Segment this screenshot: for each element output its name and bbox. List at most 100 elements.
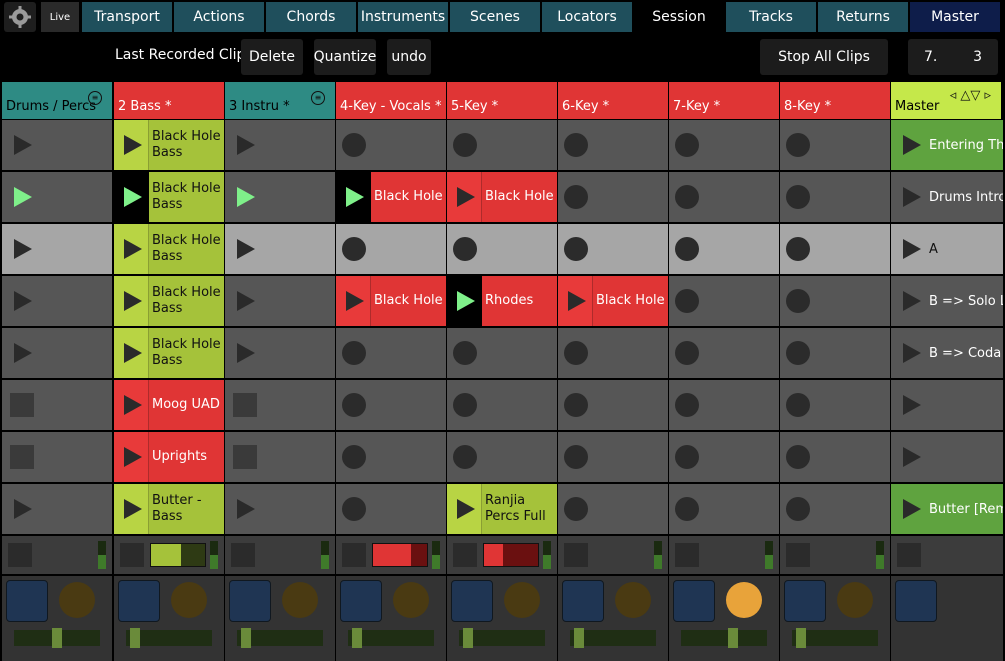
scene-launch[interactable]: Entering Th <box>891 120 1003 170</box>
clip-slot[interactable] <box>558 172 668 222</box>
clip[interactable]: Black Hole <box>336 276 446 326</box>
clip-slot[interactable] <box>225 484 335 534</box>
clip[interactable]: Black Hole <box>558 276 668 326</box>
clip-slot[interactable] <box>447 328 557 378</box>
clip-slot[interactable] <box>780 224 890 274</box>
clip-slot[interactable]: Black Hole <box>336 276 446 326</box>
clip-slot[interactable] <box>225 172 335 222</box>
clip[interactable]: Black Hole Bass <box>114 120 224 170</box>
clip-slot[interactable]: Black Hole Bass <box>114 224 224 274</box>
track-select-button[interactable] <box>451 580 493 622</box>
clip-slot[interactable] <box>225 432 335 482</box>
tab-transport[interactable]: Transport <box>82 2 172 32</box>
clip-slot[interactable] <box>558 224 668 274</box>
send-knob[interactable] <box>393 582 429 618</box>
master-header[interactable]: Master ◃ △▽ ▹ <box>891 82 1001 119</box>
clip-launch-button[interactable] <box>558 276 593 326</box>
volume-fader[interactable] <box>237 628 323 648</box>
clip-slot[interactable] <box>225 120 335 170</box>
clip-slot[interactable]: Rhodes <box>447 276 557 326</box>
quantize-button[interactable]: Quantize <box>314 39 376 75</box>
track-select-button[interactable] <box>784 580 826 622</box>
clip-slot[interactable] <box>669 328 779 378</box>
fader-handle[interactable] <box>129 628 140 648</box>
tab-actions[interactable]: Actions <box>174 2 264 32</box>
clip[interactable]: Uprights <box>114 432 224 482</box>
fader-handle[interactable] <box>728 628 739 648</box>
scene-launch[interactable]: B => Solo Lo <box>891 276 1003 326</box>
track-stop-button[interactable] <box>786 543 810 567</box>
track-stop-button[interactable] <box>453 543 477 567</box>
track-select-button[interactable] <box>673 580 715 622</box>
volume-fader[interactable] <box>570 628 656 648</box>
scene-launch[interactable]: Butter [Rem <box>891 484 1003 534</box>
clip-slot[interactable] <box>2 484 112 534</box>
clip-slot[interactable] <box>336 224 446 274</box>
fader-handle[interactable] <box>462 628 473 648</box>
track-header[interactable]: 4-Key - Vocals * <box>336 82 446 119</box>
clip-slot[interactable] <box>2 120 112 170</box>
clip[interactable]: Rhodes <box>447 276 557 326</box>
stop-all-clips-button[interactable]: Stop All Clips <box>760 39 888 75</box>
volume-fader[interactable] <box>681 628 767 648</box>
fader-handle[interactable] <box>52 628 62 648</box>
settings-button[interactable] <box>4 2 36 32</box>
track-stop-button[interactable] <box>231 543 255 567</box>
volume-fader[interactable] <box>348 628 434 648</box>
undo-button[interactable]: undo <box>387 39 431 75</box>
clip[interactable]: Black Hole Bass <box>114 328 224 378</box>
clip-slot[interactable] <box>669 172 779 222</box>
clip-launch-button[interactable] <box>114 432 149 482</box>
track-header[interactable]: Drums / Percs ≡ <box>2 82 112 119</box>
clip-launch-button[interactable] <box>114 120 149 170</box>
track-select-button[interactable] <box>895 580 937 622</box>
track-header[interactable]: 3 Instru * ≡ <box>225 82 335 119</box>
track-stop-button[interactable] <box>564 543 588 567</box>
clip-slot[interactable] <box>780 328 890 378</box>
send-knob[interactable] <box>282 582 318 618</box>
scene-launch[interactable]: B => Coda <box>891 328 1003 378</box>
clip-slot[interactable] <box>2 380 112 430</box>
track-stop-button[interactable] <box>897 543 921 567</box>
track-select-button[interactable] <box>562 580 604 622</box>
clip-slot[interactable] <box>669 380 779 430</box>
delete-button[interactable]: Delete <box>241 39 303 75</box>
clip-launch-button[interactable] <box>447 276 482 326</box>
tab-session[interactable]: Session <box>634 2 724 32</box>
clip-launch-button[interactable] <box>114 172 149 222</box>
clip-slot[interactable]: Black Hole Bass <box>114 172 224 222</box>
clip[interactable]: Ranjia Percs Full <box>447 484 557 534</box>
track-header[interactable]: 5-Key * <box>447 82 557 119</box>
clip-slot[interactable] <box>669 276 779 326</box>
volume-fader[interactable] <box>126 628 212 648</box>
clip-slot[interactable] <box>780 484 890 534</box>
clip-launch-button[interactable] <box>114 328 149 378</box>
send-knob[interactable] <box>615 582 651 618</box>
send-knob[interactable] <box>171 582 207 618</box>
clip-slot[interactable] <box>780 120 890 170</box>
clip[interactable]: Black Hole Bass <box>114 224 224 274</box>
volume-fader[interactable] <box>14 628 100 648</box>
clip-slot[interactable] <box>558 484 668 534</box>
clip-slot[interactable] <box>225 328 335 378</box>
tab-scenes[interactable]: Scenes <box>450 2 540 32</box>
clip-slot[interactable] <box>447 224 557 274</box>
scene-launch[interactable]: Drums Intro <box>891 172 1003 222</box>
clip-launch-button[interactable] <box>447 172 482 222</box>
clip-slot[interactable]: Black Hole Bass <box>114 328 224 378</box>
volume-fader[interactable] <box>459 628 545 648</box>
track-select-button[interactable] <box>6 580 48 622</box>
clip-launch-button[interactable] <box>336 172 371 222</box>
clip-slot[interactable] <box>225 276 335 326</box>
clip-slot[interactable]: Ranjia Percs Full <box>447 484 557 534</box>
clip-launch-button[interactable] <box>114 276 149 326</box>
clip-slot[interactable] <box>2 276 112 326</box>
fader-handle[interactable] <box>573 628 584 648</box>
clip[interactable]: Black Hole Bass <box>114 172 224 222</box>
track-header[interactable]: 8-Key * <box>780 82 890 119</box>
clip[interactable]: Butter - Bass <box>114 484 224 534</box>
clip-slot[interactable] <box>447 432 557 482</box>
tab-tracks[interactable]: Tracks <box>726 2 816 32</box>
fader-handle[interactable] <box>795 628 806 648</box>
volume-fader[interactable] <box>792 628 878 648</box>
